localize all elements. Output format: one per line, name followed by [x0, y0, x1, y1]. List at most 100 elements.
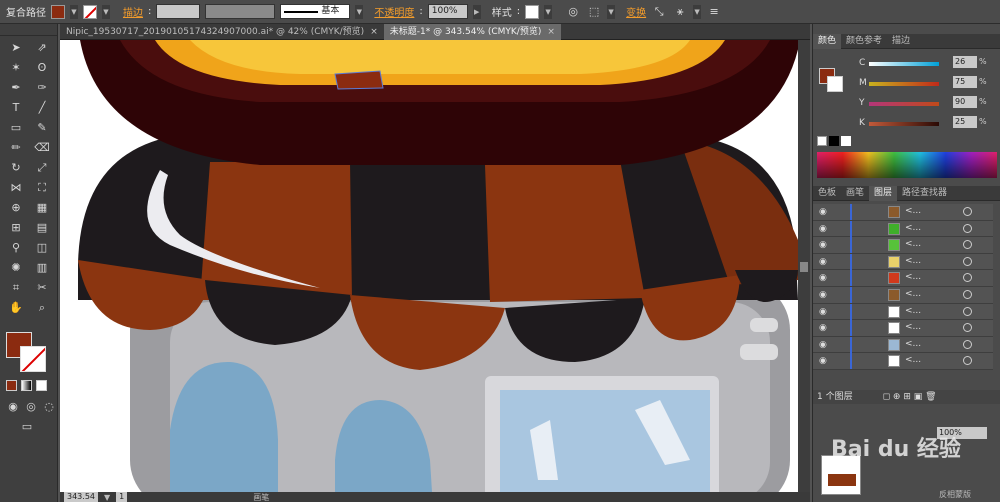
layer-row[interactable]: ◉ <... — [813, 320, 993, 337]
screen-mode-icon[interactable]: ▭ — [16, 419, 38, 435]
eraser-tool-icon[interactable]: ⌫ — [31, 140, 53, 156]
gradient-mode-icon[interactable] — [21, 380, 32, 391]
close-icon[interactable]: × — [370, 27, 378, 37]
artboard-tool-icon[interactable]: ⌗ — [5, 280, 27, 296]
eye-icon[interactable]: ◉ — [819, 340, 827, 350]
tab-nipic[interactable]: Nipic_19530717_20190105174324907000.ai* … — [60, 24, 384, 40]
tab-pathfinder[interactable]: 路径查找器 — [897, 186, 952, 201]
layer-row[interactable]: ◉ <... — [813, 220, 993, 238]
layer-row[interactable]: ◉ <... — [813, 204, 993, 221]
eye-icon[interactable]: ◉ — [819, 356, 827, 366]
target-icon[interactable] — [963, 306, 972, 316]
recolor-icon[interactable]: ◎ — [565, 5, 581, 19]
opacity-label[interactable]: 不透明度 — [374, 4, 414, 19]
eye-icon[interactable]: ◉ — [819, 224, 827, 234]
tab-brushes[interactable]: 画笔 — [841, 186, 869, 201]
blend-tool-icon[interactable]: ◫ — [31, 240, 53, 256]
eye-icon[interactable]: ◉ — [819, 307, 827, 317]
arrange-icon[interactable]: ⚹ — [672, 5, 688, 19]
target-icon[interactable] — [963, 289, 972, 299]
layer-row[interactable]: ◉ <... — [813, 353, 993, 370]
stroke-color-box[interactable] — [20, 346, 46, 372]
layer-row[interactable]: ◉ <... — [813, 336, 993, 354]
fill-dropdown[interactable]: ▼ — [70, 4, 78, 19]
tab-swatches[interactable]: 色板 — [813, 186, 841, 201]
stroke-label[interactable]: 描边 — [123, 4, 143, 19]
line-tool-icon[interactable]: ╱ — [31, 100, 53, 116]
target-icon[interactable] — [963, 339, 972, 349]
variable-width-profile[interactable] — [205, 4, 276, 19]
target-icon[interactable] — [963, 240, 972, 250]
pen-tool-icon[interactable]: ✒ — [5, 80, 27, 96]
align-icon[interactable]: ⬚ — [586, 5, 602, 19]
opacity-dropdown[interactable]: ▶ — [472, 4, 481, 19]
eye-icon[interactable]: ◉ — [819, 290, 827, 300]
magic-wand-tool-icon[interactable]: ✶ — [5, 60, 27, 76]
free-transform-tool-icon[interactable]: ⛶ — [31, 180, 53, 196]
eye-icon[interactable]: ◉ — [819, 323, 827, 333]
target-icon[interactable] — [963, 273, 972, 283]
stroke-weight-field[interactable] — [156, 4, 201, 19]
layer-row[interactable]: ◉ <... — [813, 253, 993, 271]
tab-color[interactable]: 颜色 — [813, 34, 842, 49]
style-dropdown[interactable]: ▼ — [544, 4, 553, 19]
target-icon[interactable] — [963, 356, 972, 366]
stroke-swatch[interactable] — [83, 4, 97, 19]
draw-normal-icon[interactable]: ◉ — [6, 399, 20, 415]
style-swatch[interactable] — [525, 4, 540, 19]
width-tool-icon[interactable]: ⋈ — [5, 180, 27, 196]
fill-swatch[interactable] — [51, 4, 65, 19]
invert-mask-label[interactable]: 反相蒙版 — [939, 489, 971, 500]
mesh-tool-icon[interactable]: ⊞ — [5, 220, 27, 236]
draw-behind-icon[interactable]: ◎ — [24, 399, 38, 415]
stroke-color-box[interactable] — [827, 76, 843, 92]
hand-tool-icon[interactable]: ✋ — [5, 300, 27, 316]
page-field[interactable]: 1 — [116, 492, 128, 502]
perspective-grid-tool-icon[interactable]: ▦ — [31, 200, 53, 216]
rectangle-tool-icon[interactable]: ▭ — [5, 120, 27, 136]
type-tool-icon[interactable]: T — [5, 100, 27, 116]
scale-tool-icon[interactable]: ⤢ — [31, 160, 53, 176]
layer-row[interactable]: ◉ <... — [813, 237, 993, 254]
tab-layers[interactable]: 图层 — [869, 186, 898, 201]
draw-inside-icon[interactable]: ◌ — [42, 399, 56, 415]
tab-untitled[interactable]: 未标题-1* @ 343.54% (CMYK/预览) × — [383, 24, 561, 40]
target-icon[interactable] — [963, 207, 972, 216]
layer-row[interactable]: ◉ <... — [813, 286, 993, 304]
direct-selection-tool-icon[interactable]: ⇗ — [31, 40, 53, 56]
layer-row[interactable]: ◉ <... — [813, 270, 993, 287]
zoom-field[interactable]: 343.54 — [64, 492, 98, 502]
none-mode-icon[interactable] — [36, 380, 47, 391]
transform-icon[interactable]: ⤡ — [651, 5, 667, 19]
color-spectrum[interactable] — [817, 152, 997, 178]
color-mode-icon[interactable] — [6, 380, 17, 391]
rotate-tool-icon[interactable]: ↻ — [5, 160, 27, 176]
paintbrush-tool-icon[interactable]: ✎ — [31, 120, 53, 136]
gradient-tool-icon[interactable]: ▤ — [31, 220, 53, 236]
vertical-scrollbar[interactable] — [798, 40, 810, 492]
opacity-field[interactable]: 100% — [427, 4, 468, 19]
pencil-tool-icon[interactable]: ✏ — [5, 140, 27, 156]
selection-tool-icon[interactable]: ➤ — [5, 40, 27, 56]
symbol-sprayer-tool-icon[interactable]: ✺ — [5, 260, 27, 276]
panel-grip[interactable] — [0, 24, 57, 36]
shape-builder-tool-icon[interactable]: ⊕ — [5, 200, 27, 216]
eye-icon[interactable]: ◉ — [819, 240, 827, 250]
stroke-dropdown[interactable]: ▼ — [102, 4, 110, 19]
scroll-thumb[interactable] — [800, 262, 808, 272]
slice-tool-icon[interactable]: ✂ — [31, 280, 53, 296]
brush-dropdown[interactable]: ▼ — [355, 4, 364, 19]
transform-label[interactable]: 变换 — [626, 4, 646, 19]
eye-icon[interactable]: ◉ — [819, 207, 827, 217]
eye-icon[interactable]: ◉ — [819, 273, 827, 283]
target-icon[interactable] — [963, 223, 972, 233]
layer-actions-icon[interactable]: ◻ ⊕ ⊞ ▣ 🗑 — [883, 392, 937, 402]
column-graph-tool-icon[interactable]: ▥ — [31, 260, 53, 276]
target-icon[interactable] — [963, 256, 972, 266]
tab-stroke[interactable]: 描边 — [887, 34, 915, 49]
tab-color-guide[interactable]: 颜色参考 — [841, 34, 887, 49]
artboard-canvas[interactable] — [60, 40, 798, 492]
eye-icon[interactable]: ◉ — [819, 257, 827, 267]
target-icon[interactable] — [963, 323, 972, 333]
brush-definition-field[interactable]: 基本 — [280, 4, 351, 19]
